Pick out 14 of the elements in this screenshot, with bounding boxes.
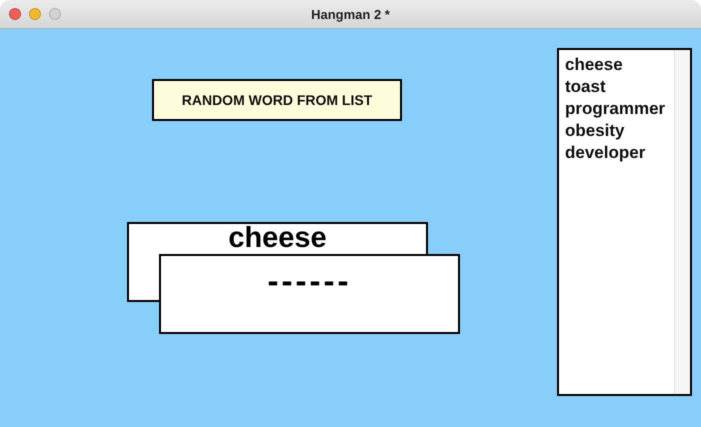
scrollbar-track[interactable] [674,50,690,394]
zoom-button[interactable] [49,8,61,20]
secret-word: cheese [228,224,327,253]
list-item[interactable]: cheese [565,54,674,76]
list-item[interactable]: obesity [565,120,674,142]
list-item[interactable]: programmer [565,98,674,120]
masked-word: ------ [268,264,352,297]
window-title: Hangman 2 * [311,6,390,22]
random-word-button[interactable]: RANDOM WORD FROM LIST [152,79,402,121]
list-item[interactable]: developer [565,142,674,164]
close-button[interactable] [9,8,21,20]
minimize-button[interactable] [29,8,41,20]
list-item[interactable]: toast [565,76,674,98]
word-list[interactable]: cheese toast programmer obesity developer [557,48,692,396]
